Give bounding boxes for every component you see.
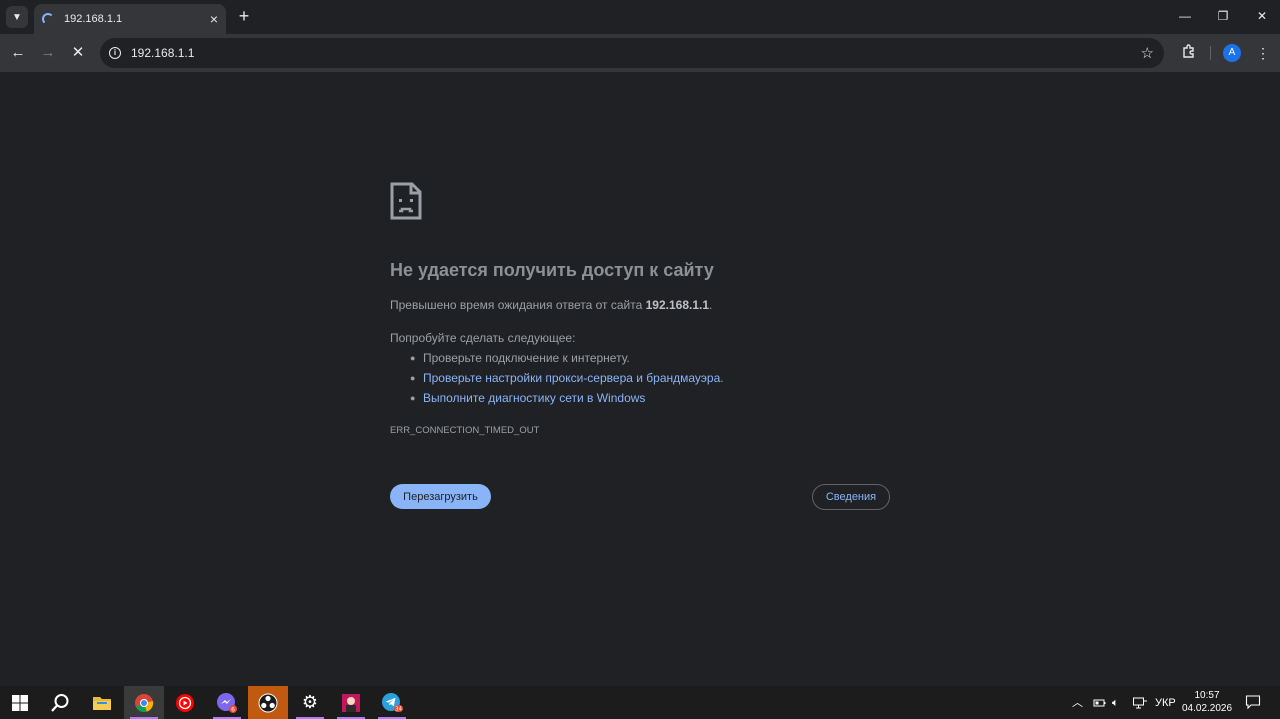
suggestion-item: ● Проверьте подключение к интернету. bbox=[410, 350, 724, 370]
error-title: Не удается получить доступ к сайту bbox=[390, 260, 714, 280]
details-button[interactable]: Сведения bbox=[812, 484, 890, 510]
error-page: Не удается получить доступ к сайту Превы… bbox=[0, 72, 1280, 686]
stop-loading-button[interactable]: ✕ bbox=[67, 42, 89, 64]
volume-icon[interactable]: 🔈︎ bbox=[1112, 695, 1119, 711]
error-host: 192.168.1.1 bbox=[645, 298, 710, 312]
toolbar-divider bbox=[1210, 46, 1211, 60]
clock[interactable]: 10:57 04.02.2026 bbox=[1182, 689, 1232, 715]
taskbar-obs[interactable] bbox=[248, 686, 288, 719]
error-code: ERR_CONNECTION_TIMED_OUT bbox=[390, 425, 540, 436]
site-info-icon[interactable]: i bbox=[109, 47, 121, 59]
browser-toolbar: ← → ✕ i 192.168.1.1 ☆ A ⋮ bbox=[0, 34, 1280, 72]
more-menu-icon[interactable]: ⋮ bbox=[1256, 43, 1270, 63]
loading-spinner-icon bbox=[42, 13, 54, 25]
new-tab-button[interactable]: + bbox=[234, 7, 254, 25]
battery-icon[interactable] bbox=[1093, 695, 1107, 711]
tab-title: 192.168.1.1 bbox=[64, 13, 123, 25]
taskbar-chrome[interactable] bbox=[124, 686, 164, 719]
messenger-icon: 6 bbox=[217, 692, 237, 713]
chrome-icon bbox=[135, 693, 154, 712]
start-icon bbox=[12, 694, 28, 711]
start-button[interactable] bbox=[0, 686, 40, 719]
telegram-icon: 34 bbox=[382, 692, 403, 712]
taskbar-file-explorer[interactable] bbox=[82, 686, 122, 719]
svg-text:6: 6 bbox=[231, 706, 235, 713]
error-description-prefix: Превышено время ожидания ответа от сайта bbox=[390, 298, 646, 312]
taskbar-messenger[interactable]: 6 bbox=[207, 686, 247, 719]
settings-icon: ⚙ bbox=[301, 692, 319, 712]
windows-taskbar: 6 ⚙ 34 ︿ 🔈︎ УКР 10:57 04.02.2026 bbox=[0, 686, 1280, 719]
file-explorer-icon bbox=[93, 696, 111, 710]
network-icon[interactable] bbox=[1132, 695, 1148, 711]
tab-search-button[interactable]: ▼ bbox=[6, 6, 28, 28]
title-bar: ▼ 192.168.1.1 × + — ❐ ✕ bbox=[0, 0, 1280, 34]
game-icon bbox=[342, 693, 360, 712]
suggestion-item: ● Проверьте настройки прокси-сервера и б… bbox=[410, 370, 724, 390]
try-label: Попробуйте сделать следующее: bbox=[390, 331, 576, 345]
reload-button[interactable]: Перезагрузить bbox=[390, 484, 491, 509]
taskbar-search-button[interactable] bbox=[40, 686, 80, 719]
tab-active[interactable]: 192.168.1.1 × bbox=[34, 4, 226, 34]
taskbar-youtube-music[interactable] bbox=[165, 686, 205, 719]
language-indicator[interactable]: УКР bbox=[1155, 695, 1176, 711]
youtube-music-icon bbox=[176, 693, 194, 712]
suggestion-proxy-firewall-link[interactable]: Проверьте настройки прокси-сервера и бра… bbox=[423, 370, 724, 386]
suggestion-list: ● Проверьте подключение к интернету. ● П… bbox=[410, 350, 724, 410]
tray-chevron-up-icon[interactable]: ︿ bbox=[1072, 695, 1083, 711]
suggestion-check-connection: Проверьте подключение к интернету. bbox=[423, 351, 630, 365]
bullet-icon: ● bbox=[410, 393, 416, 403]
minimize-button[interactable]: — bbox=[1173, 6, 1197, 26]
bookmark-star-icon[interactable]: ☆ bbox=[1141, 44, 1154, 62]
taskbar-telegram[interactable]: 34 bbox=[372, 686, 412, 719]
tab-close-icon[interactable]: × bbox=[210, 12, 218, 26]
error-description-suffix: . bbox=[709, 298, 713, 312]
bullet-icon: ● bbox=[410, 353, 416, 363]
svg-text:34: 34 bbox=[395, 706, 402, 712]
extensions-icon[interactable] bbox=[1180, 43, 1198, 63]
back-button[interactable]: ← bbox=[7, 42, 29, 64]
error-description: Превышено время ожидания ответа от сайта… bbox=[390, 298, 712, 312]
maximize-button[interactable]: ❐ bbox=[1211, 6, 1235, 26]
notifications-icon[interactable] bbox=[1245, 694, 1261, 710]
search-icon bbox=[51, 693, 69, 712]
url-text[interactable]: 192.168.1.1 bbox=[131, 46, 1141, 60]
suggestion-item: ● Выполните диагностику сети в Windows bbox=[410, 390, 724, 410]
taskbar-settings[interactable]: ⚙ bbox=[290, 686, 330, 719]
bullet-icon: ● bbox=[410, 373, 416, 383]
clock-date: 04.02.2026 bbox=[1182, 703, 1233, 714]
clock-time: 10:57 bbox=[1194, 690, 1220, 701]
profile-avatar[interactable]: A bbox=[1223, 44, 1241, 62]
close-window-button[interactable]: ✕ bbox=[1250, 6, 1274, 26]
suggestion-network-diagnostics-link[interactable]: Выполните диагностику сети в Windows bbox=[423, 390, 645, 406]
sad-document-icon bbox=[390, 182, 422, 225]
chevron-down-icon: ▼ bbox=[12, 11, 22, 23]
obs-icon bbox=[258, 693, 278, 712]
address-bar[interactable]: i 192.168.1.1 ☆ bbox=[100, 38, 1164, 68]
taskbar-game[interactable] bbox=[331, 686, 371, 719]
forward-button[interactable]: → bbox=[37, 42, 59, 64]
